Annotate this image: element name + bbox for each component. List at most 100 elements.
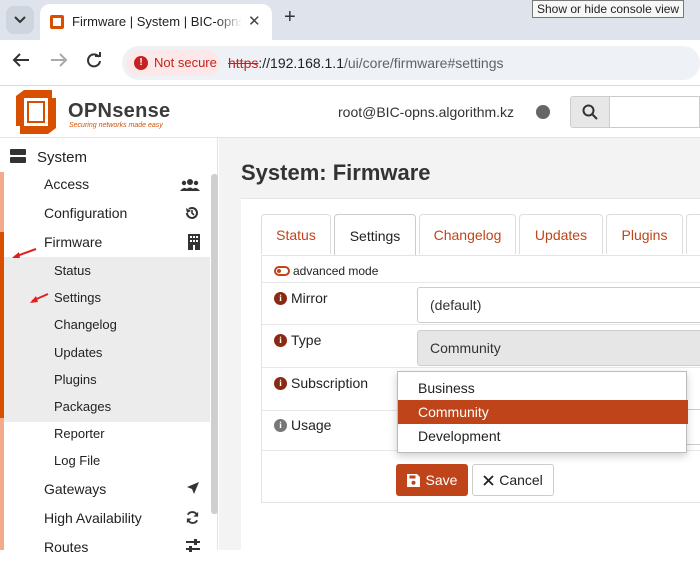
info-icon[interactable]: i (274, 377, 287, 390)
type-option-business[interactable]: Business (398, 376, 688, 400)
annotation-arrow-icon (30, 293, 49, 303)
cancel-label: Cancel (499, 472, 543, 488)
sidebar-sub-log-file[interactable]: Log File (4, 447, 210, 474)
main-area: System: Firmware Status Settings Changel… (219, 138, 700, 550)
row-mirror: i Mirror (default) (262, 282, 700, 324)
users-icon (180, 179, 200, 191)
url-path: /ui/core/firmware#settings (344, 55, 504, 71)
advanced-mode-label: advanced mode (293, 264, 379, 278)
row-type: i Type Community (262, 324, 700, 367)
back-arrow-icon (12, 53, 29, 67)
close-icon (483, 474, 494, 486)
not-secure-chip[interactable]: ! Not secure (126, 50, 220, 76)
toggle-icon (274, 266, 290, 276)
tab-updates[interactable]: Updates (519, 214, 603, 254)
sliders-icon (186, 539, 200, 552)
type-select[interactable]: Community (417, 330, 700, 366)
sidebar-item-label: Firmware (44, 234, 103, 250)
history-icon (186, 207, 198, 219)
sidebar-sub-label: Packages (54, 399, 112, 414)
sidebar-item-label: High Availability (44, 510, 142, 526)
sidebar-item-label: Gateways (44, 481, 107, 497)
new-tab-button[interactable]: + (284, 6, 296, 29)
sidebar-sub-packages[interactable]: Packages (4, 393, 210, 420)
annotation-arrow-icon (12, 248, 37, 258)
not-secure-label: Not secure (154, 55, 217, 70)
console-tooltip: Show or hide console view (532, 0, 684, 18)
sidebar-sub-label: Reporter (54, 426, 105, 441)
address-toolbar: ! Not secure https://192.168.1.1/ui/core… (0, 40, 700, 86)
search-button[interactable] (570, 96, 610, 128)
sidebar-sub-label: Plugins (54, 372, 97, 387)
mirror-field[interactable]: (default) (417, 287, 700, 323)
sidebar-sub-status[interactable]: Status (4, 257, 210, 284)
tab-search-dropdown[interactable] (6, 6, 34, 34)
save-label: Save (425, 472, 458, 488)
save-button[interactable]: Save (396, 464, 468, 496)
omnibox[interactable]: ! Not secure https://192.168.1.1/ui/core… (122, 46, 700, 80)
info-icon[interactable]: i (274, 292, 287, 305)
sidebar-sub-changelog[interactable]: Changelog (4, 311, 210, 338)
sidebar-sub-label: Updates (54, 345, 103, 360)
type-option-development[interactable]: Development (398, 424, 688, 448)
sidebar-scrollbar[interactable] (211, 174, 218, 514)
floppy-icon (406, 473, 420, 487)
type-label: Type (291, 332, 322, 348)
advanced-mode-toggle[interactable]: advanced mode (274, 264, 378, 278)
tab-settings[interactable]: Settings (334, 214, 416, 256)
search-icon (582, 104, 598, 120)
refresh-icon (186, 511, 199, 524)
browser-tab-bar: Firmware | System | BIC-opns.algorithm.k… (0, 0, 700, 40)
cancel-button[interactable]: Cancel (472, 464, 554, 496)
logo-name: OPNsense (68, 100, 171, 122)
sidebar-sub-plugins[interactable]: Plugins (4, 366, 210, 393)
opnsense-favicon-icon (50, 15, 64, 29)
sidebar-sub-reporter[interactable]: Reporter (4, 420, 210, 447)
back-button[interactable] (12, 52, 30, 73)
sidebar-section-label: System (37, 149, 88, 166)
type-option-community[interactable]: Community (398, 400, 688, 424)
sidebar: System Access Configuration Firmware Sta… (0, 138, 218, 555)
reload-button[interactable] (86, 51, 102, 73)
browser-tab[interactable]: Firmware | System | BIC-opns.algorithm.k… (40, 4, 272, 40)
url-text[interactable]: https://192.168.1.1/ui/core/firmware#set… (228, 55, 504, 71)
tab-title: Firmware | System | BIC-opns.algorithm.k… (72, 14, 242, 29)
status-indicator[interactable] (536, 105, 550, 119)
url-scheme: https (228, 55, 259, 71)
sidebar-sub-label: Changelog (54, 317, 117, 332)
sidebar-item-routes[interactable]: Routes (4, 533, 210, 562)
type-dropdown: Business Community Development (397, 371, 688, 453)
close-tab-icon[interactable]: ✕ (248, 12, 261, 30)
building-icon (188, 234, 200, 250)
logo-tagline: Securing networks made easy (69, 122, 163, 129)
sidebar-item-label: Access (44, 176, 90, 192)
user-label[interactable]: root@BIC-opns.algorithm.kz (338, 104, 514, 120)
sidebar-item-configuration[interactable]: Configuration (4, 199, 210, 228)
info-icon[interactable]: i (274, 419, 287, 432)
sidebar-sub-updates[interactable]: Updates (4, 339, 210, 366)
forward-arrow-icon (51, 53, 68, 67)
chevron-down-icon (14, 16, 26, 24)
subscription-label: Subscription (291, 375, 369, 391)
forward-button[interactable] (50, 52, 68, 73)
tab-status[interactable]: Status (261, 214, 331, 254)
server-icon (10, 149, 26, 163)
warning-icon: ! (134, 56, 148, 70)
tab-plugins[interactable]: Plugins (606, 214, 683, 254)
usage-label: Usage (291, 417, 332, 433)
sidebar-item-gateways[interactable]: Gateways (4, 475, 210, 504)
mirror-label: Mirror (291, 290, 328, 306)
url-host: ://192.168.1.1 (258, 55, 344, 71)
search-input[interactable] (610, 96, 700, 128)
info-icon[interactable]: i (274, 334, 287, 347)
sidebar-section-system[interactable]: System (0, 140, 210, 172)
page-title: System: Firmware (241, 160, 431, 185)
content-panel: Status Settings Changelog Updates Plugin… (241, 198, 700, 550)
sidebar-item-label: Routes (44, 539, 89, 555)
reload-icon (87, 51, 101, 68)
sidebar-item-access[interactable]: Access (4, 170, 210, 199)
tab-more[interactable] (686, 214, 700, 254)
tab-changelog[interactable]: Changelog (419, 214, 516, 254)
opnsense-logo-icon[interactable] (12, 88, 60, 136)
sidebar-item-high-availability[interactable]: High Availability (4, 504, 210, 533)
